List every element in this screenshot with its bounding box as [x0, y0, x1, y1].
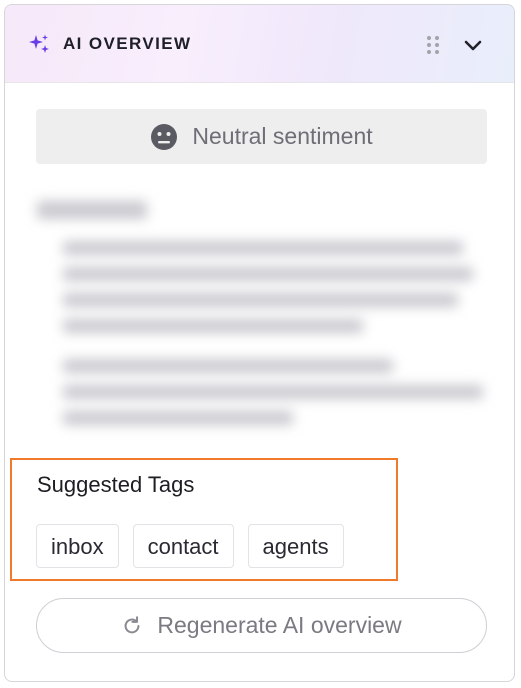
tag-agents[interactable]: agents [247, 524, 344, 568]
suggested-tags-title: Suggested Tags [37, 472, 195, 497]
regenerate-button[interactable]: Regenerate AI overview [36, 598, 487, 653]
regenerate-label: Regenerate AI overview [157, 612, 402, 638]
sparkle-icon [29, 34, 49, 53]
ai-overview-panel: AI OVERVIEW Neutral sentiment Suggested … [4, 4, 515, 682]
tag-inbox[interactable]: inbox [36, 524, 119, 568]
chevron-down-icon[interactable] [461, 33, 485, 57]
sentiment-label: Neutral sentiment [192, 123, 373, 149]
panel-header: AI OVERVIEW [5, 5, 514, 83]
suggested-tags-section: Suggested Tags inbox contact agents [10, 458, 398, 581]
blurred-summary [25, 183, 495, 453]
panel-title: AI OVERVIEW [63, 34, 192, 53]
drag-handle-icon[interactable] [423, 33, 443, 57]
neutral-face-icon [151, 123, 178, 150]
sentiment-indicator: Neutral sentiment [36, 109, 487, 164]
tags-list: inbox contact agents [36, 524, 344, 568]
tag-contact[interactable]: contact [132, 524, 234, 568]
refresh-icon [124, 615, 140, 633]
